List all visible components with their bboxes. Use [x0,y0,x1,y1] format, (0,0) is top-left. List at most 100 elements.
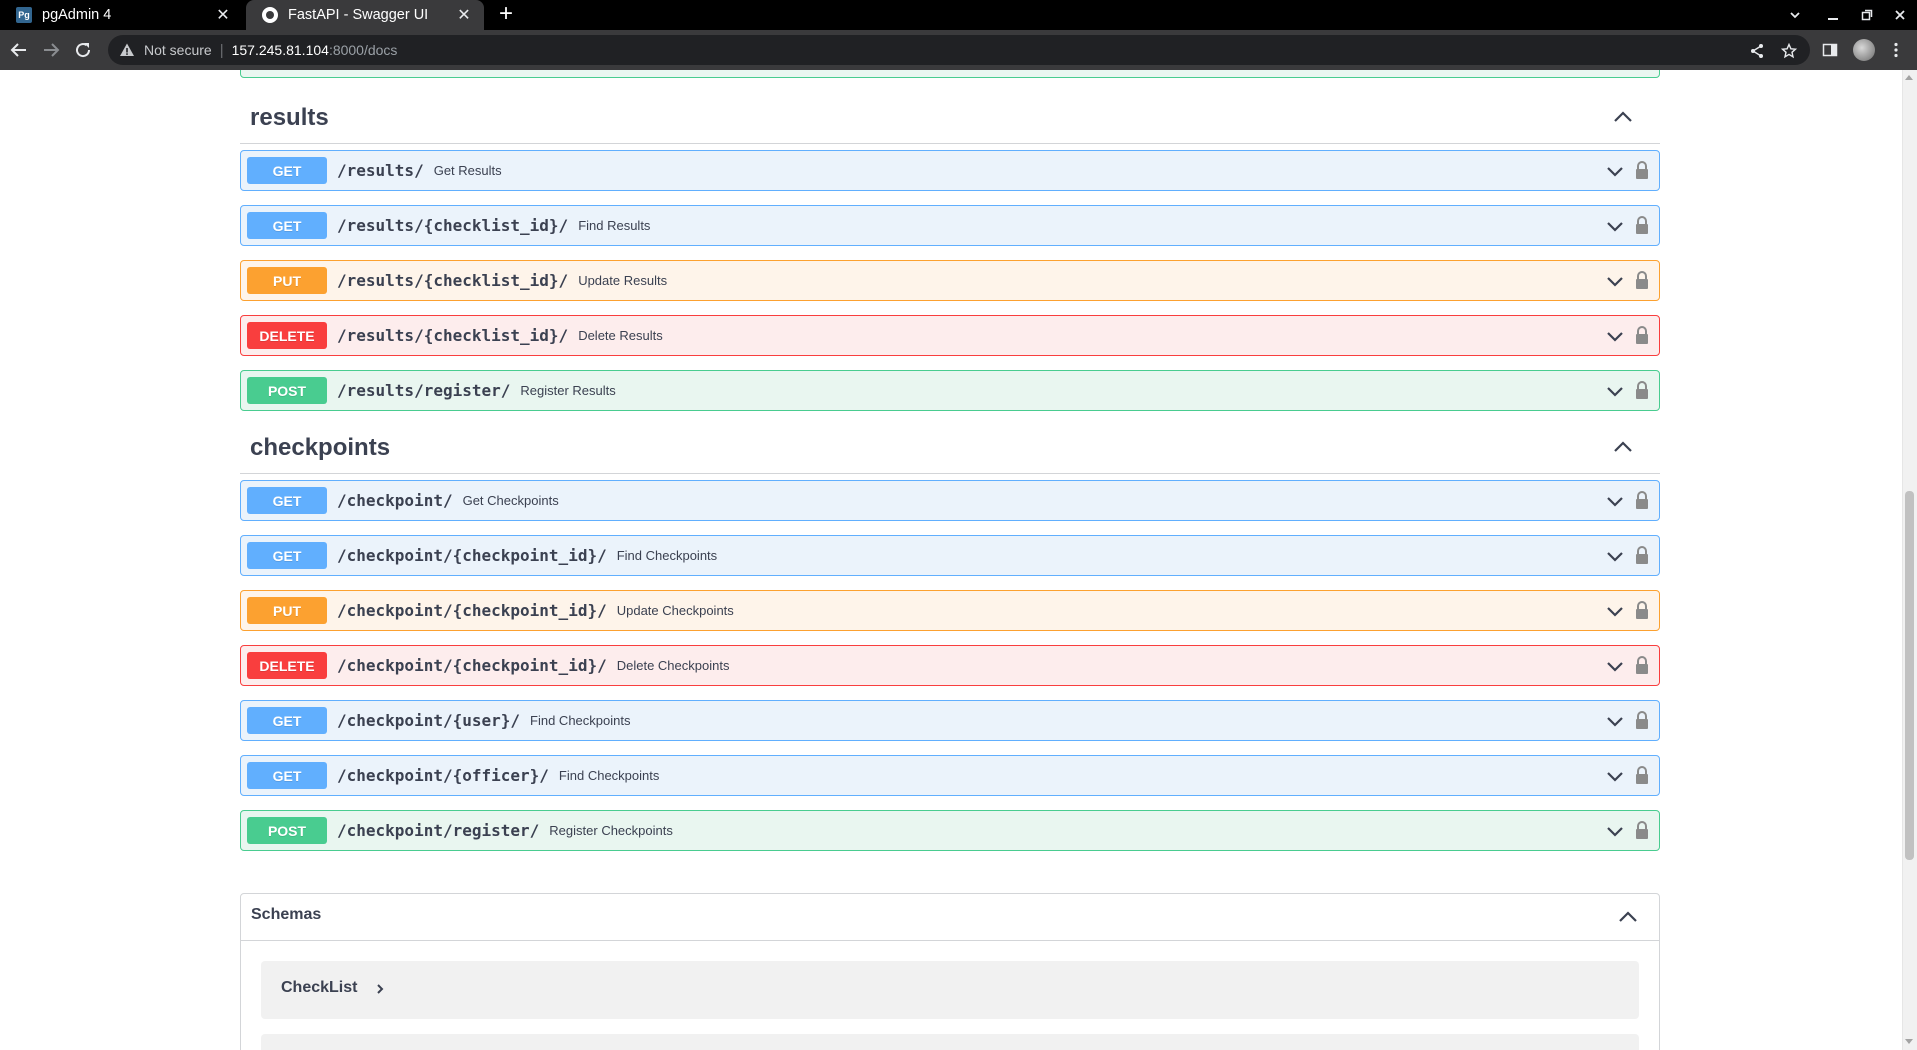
close-tab-icon[interactable]: ✕ [213,5,233,25]
operation-update-results[interactable]: PUT /results/{checklist_id}/ Update Resu… [240,260,1660,301]
tab-swagger[interactable]: FastAPI - Swagger UI ✕ [246,0,484,30]
close-tab-icon[interactable]: ✕ [454,5,474,25]
model-title[interactable]: CheckList [281,979,357,997]
profile-avatar[interactable] [1852,38,1876,62]
tab-pgadmin[interactable]: Pg pgAdmin 4 ✕ [0,0,243,30]
new-tab-button[interactable]: + [494,2,518,27]
chevron-right-icon[interactable] [373,982,387,996]
operation-find-checkpoint-by-user[interactable]: GET /checkpoint/{user}/ Find Checkpoints [240,700,1660,741]
lock-icon[interactable] [1633,600,1651,620]
operation-find-checkpoint-by-id[interactable]: GET /checkpoint/{checkpoint_id}/ Find Ch… [240,535,1660,576]
security-status[interactable]: Not secure [144,42,212,58]
operation-register-results[interactable]: POST /results/register/ Register Results [240,370,1660,411]
operation-find-results[interactable]: GET /results/{checklist_id}/ Find Result… [240,205,1660,246]
method-badge: POST [247,377,327,404]
operation-summary: Register Checkpoints [549,823,673,838]
lock-icon[interactable] [1633,325,1651,345]
method-badge: GET [247,542,327,569]
operation-path: /checkpoint/{user}/ [337,711,521,730]
operation-get-results[interactable]: GET /results/ Get Results [240,150,1660,191]
operation-path: /checkpoint/ [337,491,453,510]
minimize-icon[interactable] [1816,0,1850,30]
operation-find-checkpoint-by-officer[interactable]: GET /checkpoint/{officer}/ Find Checkpoi… [240,755,1660,796]
operation-path: /checkpoint/{checkpoint_id}/ [337,601,607,620]
tag-header[interactable]: checkpoints [240,422,1660,474]
operation-summary: Delete Checkpoints [616,658,730,673]
method-badge: GET [247,487,327,514]
tab-title: pgAdmin 4 [42,7,112,23]
operation-delete-results[interactable]: DELETE /results/{checklist_id}/ Delete R… [240,315,1660,356]
operation-summary: Register Results [520,383,616,398]
schema-model-checklist[interactable]: CheckList [261,961,1639,1019]
forward-icon[interactable] [37,36,65,64]
back-icon[interactable] [5,36,33,64]
chevron-down-icon[interactable] [1605,491,1625,511]
lock-icon[interactable] [1633,380,1651,400]
operation-register-checkpoints[interactable]: POST /checkpoint/register/ Register Chec… [240,810,1660,851]
tab-search-icon[interactable] [1778,0,1812,30]
chevron-down-icon[interactable] [1605,656,1625,676]
operation-update-checkpoints[interactable]: PUT /checkpoint/{checkpoint_id}/ Update … [240,590,1660,631]
tag-title[interactable]: checkpoints [250,434,390,462]
reload-icon[interactable] [69,36,97,64]
chevron-down-icon[interactable] [1605,546,1625,566]
operation-path: /results/ [337,161,424,180]
lock-icon[interactable] [1633,490,1651,510]
lock-icon[interactable] [1633,765,1651,785]
operation-summary: Find Results [578,218,651,233]
avatar [1853,39,1875,61]
share-icon[interactable] [1748,42,1766,60]
scroll-up-arrow-icon[interactable] [1905,75,1913,80]
chevron-up-icon[interactable] [1612,436,1634,458]
lock-icon[interactable] [1633,710,1651,730]
scroll-down-arrow-icon[interactable] [1905,1039,1913,1044]
lock-icon[interactable] [1633,160,1651,180]
lock-icon[interactable] [1633,545,1651,565]
chevron-down-icon[interactable] [1605,711,1625,731]
schema-model-next[interactable] [261,1034,1639,1050]
method-badge: DELETE [247,322,327,349]
url-host: 157.245.81.104 [231,42,329,58]
lock-icon[interactable] [1633,655,1651,675]
tag-header[interactable]: results [240,92,1660,144]
pgadmin-favicon-icon: Pg [16,7,32,23]
menu-kebab-icon[interactable] [1884,38,1908,62]
warning-icon[interactable] [118,41,136,59]
chevron-down-icon[interactable] [1605,271,1625,291]
side-panel-icon[interactable] [1818,38,1842,62]
chevron-down-icon[interactable] [1605,766,1625,786]
close-window-icon[interactable] [1883,0,1917,30]
chevron-up-icon[interactable] [1612,106,1634,128]
chevron-up-icon[interactable] [1617,906,1639,928]
operation-path: /results/{checklist_id}/ [337,271,569,290]
tag-title[interactable]: results [250,104,329,132]
operation-summary: Get Results [433,163,502,178]
tab-strip: Pg pgAdmin 4 ✕ FastAPI - Swagger UI ✕ + [0,0,1917,30]
chevron-down-icon[interactable] [1605,381,1625,401]
operation-summary: Update Checkpoints [616,603,734,618]
chevron-down-icon[interactable] [1605,161,1625,181]
browser-toolbar: Not secure | 157.245.81.104 :8000/docs [0,30,1917,70]
restore-icon[interactable] [1850,0,1884,30]
address-separator: | [219,41,224,59]
operation-summary: Delete Results [578,328,663,343]
chevron-down-icon[interactable] [1605,821,1625,841]
bookmark-star-icon[interactable] [1780,42,1798,60]
address-bar[interactable]: Not secure | 157.245.81.104 :8000/docs [108,35,1810,65]
operation-delete-checkpoints[interactable]: DELETE /checkpoint/{checkpoint_id}/ Dele… [240,645,1660,686]
lock-icon[interactable] [1633,270,1651,290]
chevron-down-icon[interactable] [1605,216,1625,236]
operation-path: /checkpoint/register/ [337,821,540,840]
schemas-title[interactable]: Schemas [251,906,321,924]
swagger-page[interactable]: results GET /results/ Get Results GET /r… [0,70,1917,1050]
chevron-down-icon[interactable] [1605,326,1625,346]
lock-icon[interactable] [1633,215,1651,235]
lock-icon[interactable] [1633,820,1651,840]
chevron-down-icon[interactable] [1605,601,1625,621]
vertical-scrollbar[interactable] [1902,70,1917,1050]
scrollbar-thumb[interactable] [1905,491,1914,860]
operation-summary: Find Checkpoints [530,713,631,728]
schemas-header[interactable]: Schemas [241,894,1659,941]
previous-operation-edge[interactable] [240,70,1660,78]
operation-get-checkpoints[interactable]: GET /checkpoint/ Get Checkpoints [240,480,1660,521]
